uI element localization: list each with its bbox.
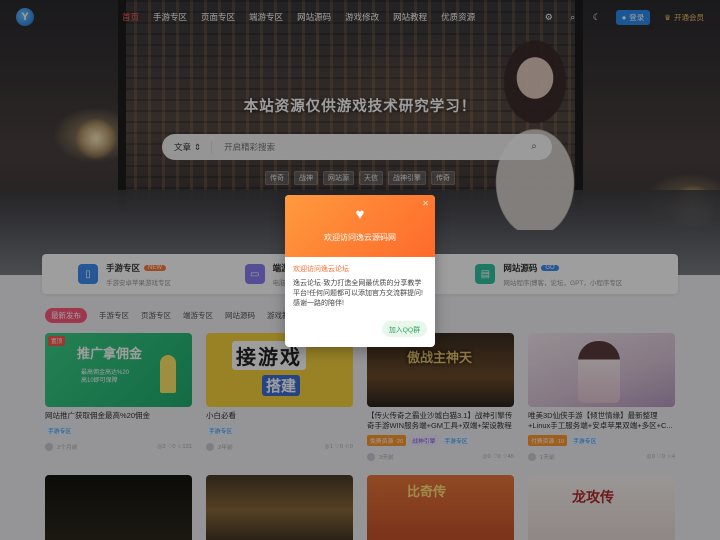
- modal-header: ♥ ✕ 欢迎访问逸云源码网: [285, 195, 435, 257]
- modal-title: 欢迎访问逸云源码网: [324, 233, 396, 242]
- modal-subtitle: 欢迎访问逸云论坛: [293, 266, 349, 273]
- heart-icon: ♥: [355, 206, 365, 223]
- close-icon[interactable]: ✕: [422, 199, 429, 208]
- join-qq-group-button[interactable]: 加入QQ群: [382, 321, 427, 337]
- modal-body: 欢迎访问逸云论坛 逸云论坛·致力打造全网最优质的分享教学平台!任何问题都可以添加…: [285, 257, 435, 309]
- welcome-modal: ♥ ✕ 欢迎访问逸云源码网 欢迎访问逸云论坛 逸云论坛·致力打造全网最优质的分享…: [285, 195, 435, 347]
- modal-text: 逸云论坛·致力打造全网最优质的分享教学平台!任何问题都可以添加官方交流群提问!感…: [293, 280, 423, 307]
